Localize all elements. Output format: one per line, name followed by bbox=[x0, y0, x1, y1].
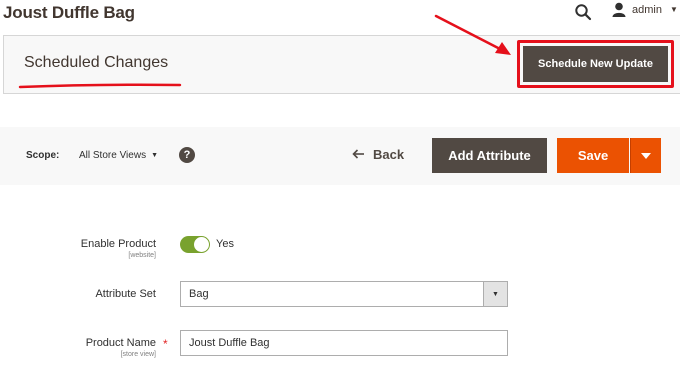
caret-down-icon bbox=[641, 152, 651, 159]
enable-product-scope: [website] bbox=[128, 252, 156, 259]
scheduled-changes-title: Scheduled Changes bbox=[24, 54, 169, 71]
page-actions-toolbar: Scope: All Store Views ▼ ? Back Add Attr… bbox=[0, 127, 680, 185]
scope-label: Scope: bbox=[26, 150, 60, 161]
save-button[interactable]: Save bbox=[557, 138, 629, 173]
back-button[interactable]: Back bbox=[352, 147, 404, 162]
product-name-label: Product Name bbox=[85, 337, 156, 349]
add-attribute-button[interactable]: Add Attribute bbox=[432, 138, 547, 173]
save-options-toggle[interactable] bbox=[630, 138, 661, 173]
schedule-new-update-button[interactable]: Schedule New Update bbox=[523, 46, 668, 82]
enable-product-label-group: Enable Product [website] bbox=[0, 238, 156, 259]
annotation-underline bbox=[18, 83, 182, 89]
toggle-knob bbox=[194, 237, 209, 252]
product-name-scope: [store view] bbox=[120, 351, 156, 358]
enable-product-label: Enable Product bbox=[80, 238, 156, 250]
back-label: Back bbox=[373, 147, 405, 162]
user-name: admin bbox=[632, 3, 662, 16]
product-name-label-group: Product Name [store view] bbox=[0, 337, 156, 358]
chevron-down-icon: ▼ bbox=[483, 282, 507, 306]
product-name-input[interactable] bbox=[180, 330, 508, 356]
attribute-set-label: Attribute Set bbox=[95, 288, 156, 300]
scope-value: All Store Views bbox=[79, 150, 147, 161]
enable-product-toggle[interactable] bbox=[180, 236, 210, 253]
attribute-set-value: Bag bbox=[189, 288, 209, 300]
search-icon[interactable] bbox=[574, 3, 592, 21]
scope-switcher[interactable]: All Store Views ▼ bbox=[79, 150, 158, 161]
attribute-set-select[interactable]: Bag ▼ bbox=[180, 281, 508, 307]
enable-product-value: Yes bbox=[216, 238, 234, 250]
help-icon[interactable]: ? bbox=[179, 147, 195, 163]
arrow-left-icon bbox=[352, 147, 365, 162]
chevron-down-icon: ▼ bbox=[669, 5, 678, 14]
user-menu[interactable]: admin ▼ bbox=[612, 2, 678, 17]
required-indicator: * bbox=[163, 337, 168, 351]
chevron-down-icon: ▼ bbox=[151, 152, 159, 159]
user-icon bbox=[612, 2, 626, 17]
scheduled-changes-panel: Scheduled Changes Schedule New Update bbox=[3, 35, 680, 94]
page-title: Joust Duffle Bag bbox=[3, 3, 135, 22]
